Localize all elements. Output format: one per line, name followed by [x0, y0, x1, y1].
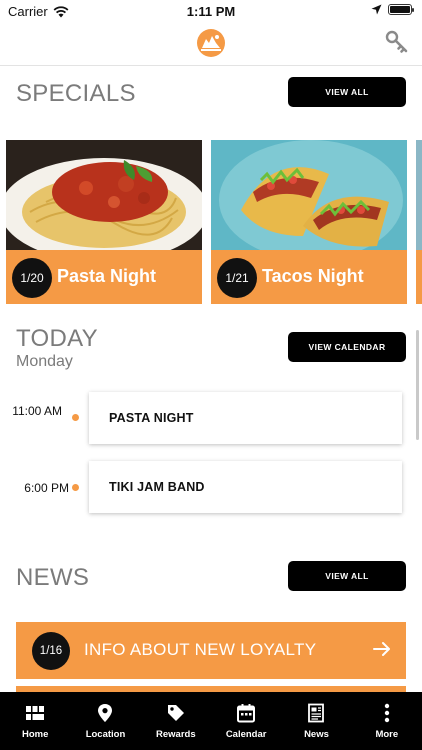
tab-label: Home [21, 729, 49, 740]
today-heading: TODAY [16, 325, 98, 352]
tag-icon [167, 705, 184, 721]
news-view-all-button[interactable]: VIEW ALL [288, 561, 406, 591]
special-card-pasta[interactable]: 1/20 Pasta Night [6, 140, 202, 304]
restaurant-logo-icon[interactable] [195, 28, 227, 58]
bottom-tab-bar: Home Location Rewards Calendar News More [0, 692, 422, 750]
more-vertical-icon [384, 703, 389, 723]
event-name: PASTA NIGHT [109, 411, 194, 425]
tab-location[interactable]: Location [70, 692, 140, 750]
app-header [0, 22, 422, 66]
special-photo-peek [416, 140, 422, 250]
view-calendar-button[interactable]: VIEW CALENDAR [288, 332, 406, 362]
tab-label: News [304, 729, 329, 740]
status-right-group [371, 4, 414, 15]
event-dot [72, 414, 79, 421]
tab-calendar[interactable]: Calendar [211, 692, 281, 750]
tab-home[interactable]: Home [0, 692, 70, 750]
clock: 1:11 PM [186, 4, 236, 19]
news-heading: NEWS [16, 564, 90, 591]
special-title: Tacos Night [262, 266, 364, 286]
event-time: 11:00 AM [12, 404, 62, 418]
home-grid-icon [26, 706, 45, 720]
tab-label: Rewards [156, 729, 196, 740]
news-date-badge: 1/16 [32, 632, 70, 670]
map-pin-icon [98, 704, 113, 722]
location-arrow-icon [371, 4, 382, 15]
special-card-tacos[interactable]: 1/21 Tacos Night [211, 140, 407, 304]
specials-view-all-button[interactable]: VIEW ALL [288, 77, 406, 107]
arrow-right-icon [373, 642, 390, 656]
key-icon[interactable] [384, 30, 410, 56]
special-date-badge: 1/20 [12, 258, 52, 298]
event-dot [72, 484, 79, 491]
calendar-icon [237, 704, 256, 723]
tacos-photo [211, 140, 407, 250]
event-time: 6:00 PM [24, 481, 69, 495]
event-card-tiki-jam-band[interactable]: TIKI JAM BAND [89, 461, 402, 513]
special-card-next-peek[interactable] [416, 140, 422, 304]
event-card-pasta-night[interactable]: PASTA NIGHT [89, 392, 402, 444]
battery-icon [388, 4, 414, 15]
event-name: TIKI JAM BAND [109, 480, 205, 494]
specials-heading: SPECIALS [16, 80, 136, 107]
tab-news[interactable]: News [281, 692, 351, 750]
tab-rewards[interactable]: Rewards [141, 692, 211, 750]
today-day-label: Monday [16, 353, 73, 370]
tab-label: Location [85, 729, 126, 740]
tab-label: Calendar [225, 729, 267, 740]
special-date-badge: 1/21 [217, 258, 257, 298]
tab-more[interactable]: More [352, 692, 422, 750]
special-title: Pasta Night [57, 266, 157, 286]
tab-label: More [375, 729, 399, 740]
news-item[interactable]: 1/16 INFO ABOUT NEW LOYALTY [16, 622, 406, 679]
news-title: INFO ABOUT NEW LOYALTY [84, 640, 317, 659]
status-bar: Carrier 1:11 PM [0, 0, 422, 22]
pasta-photo [6, 140, 202, 250]
scroll-indicator [416, 330, 419, 440]
newspaper-icon [308, 703, 325, 723]
